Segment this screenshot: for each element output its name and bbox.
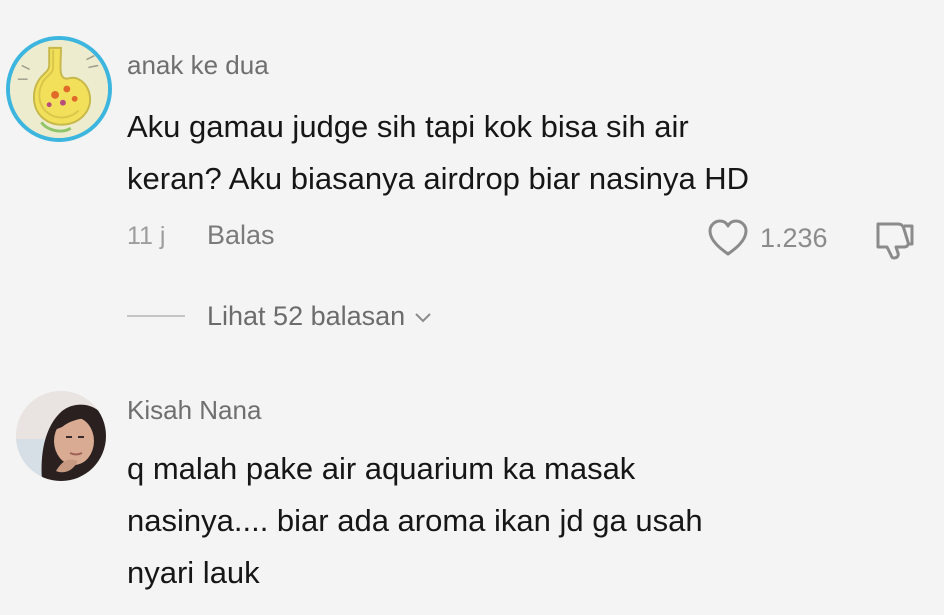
comment-text: q malah pake air aquarium ka masak nasin… (127, 443, 927, 599)
comment-actions: 11 j Balas 1.236 (0, 216, 944, 260)
comment-username[interactable]: Kisah Nana (127, 395, 261, 426)
heart-icon (708, 219, 748, 256)
comment-text-line: nasinya.... biar ada aroma ikan jd ga us… (127, 503, 703, 538)
avatar[interactable] (16, 391, 106, 481)
view-replies-button[interactable]: Lihat 52 balasan (127, 296, 433, 336)
divider (127, 315, 185, 317)
comment-text-line: keran? Aku biasanya airdrop biar nasinya… (127, 161, 750, 196)
avatar[interactable] (6, 36, 112, 142)
reply-button[interactable]: Balas (207, 220, 275, 251)
stomach-cartoon-icon (10, 40, 108, 138)
like-count: 1.236 (760, 222, 828, 253)
timestamp: 11 j (127, 222, 166, 250)
chevron-down-icon (415, 313, 431, 323)
view-replies-label: Lihat 52 balasan (207, 300, 406, 331)
user-photo-avatar (16, 391, 106, 481)
comment-username[interactable]: anak ke dua (127, 50, 269, 81)
comment-text: Aku gamau judge sih tapi kok bisa sih ai… (127, 101, 927, 205)
thumbs-down-icon (876, 222, 914, 260)
comment-text-line: nyari lauk (127, 555, 260, 590)
comment-item: anak ke dua Aku gamau judge sih tapi kok… (0, 0, 944, 360)
like-button[interactable]: 1.236 (706, 216, 828, 260)
dislike-button[interactable] (872, 218, 916, 260)
comment-text-line: Aku gamau judge sih tapi kok bisa sih ai… (127, 109, 689, 144)
comment-text-line: q malah pake air aquarium ka masak (127, 451, 636, 486)
